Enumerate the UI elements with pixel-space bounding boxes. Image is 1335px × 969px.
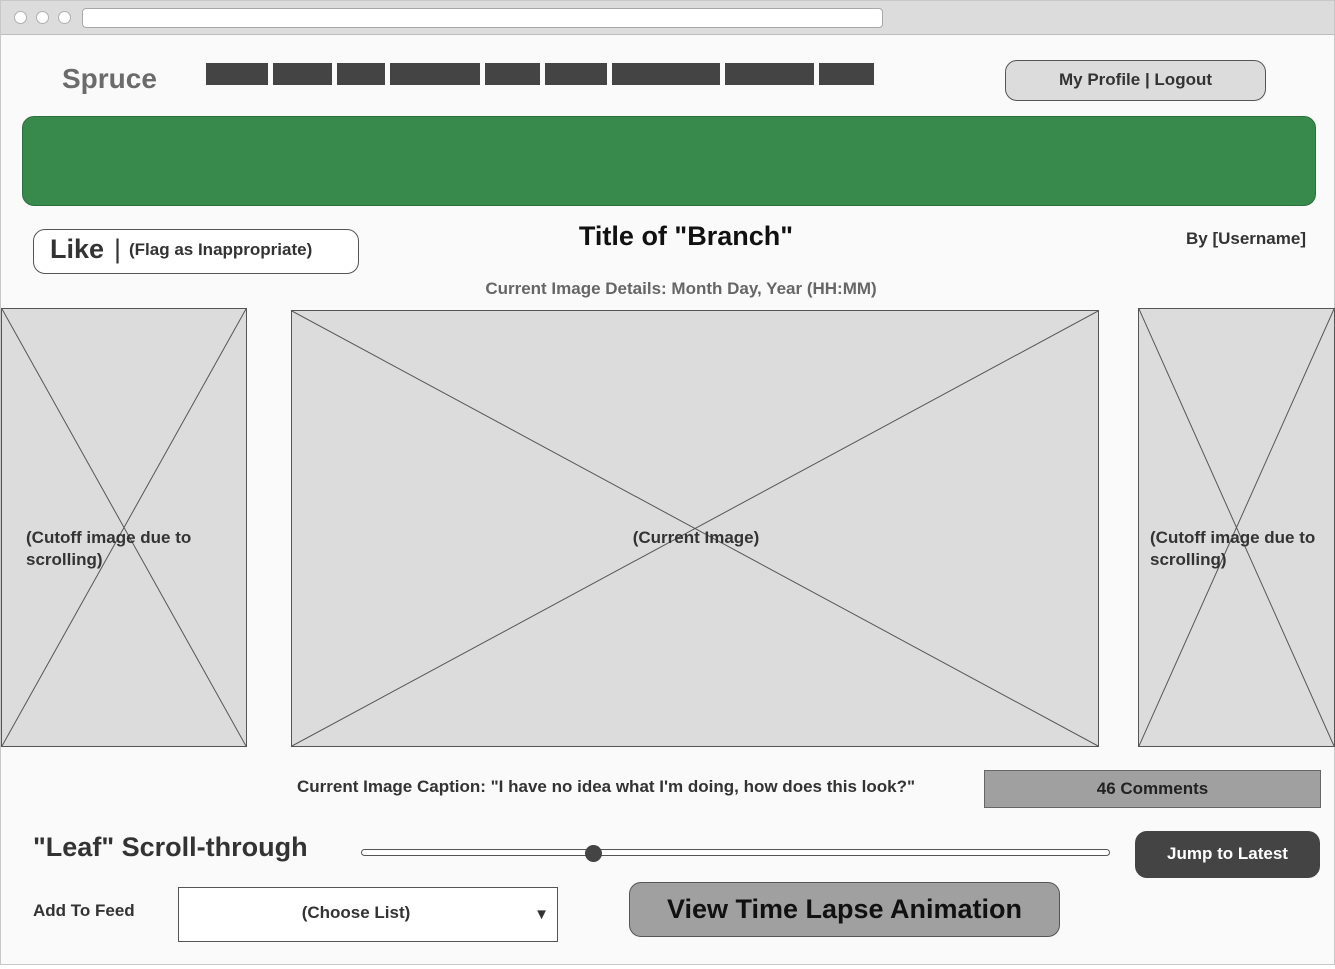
- choose-list-select[interactable]: (Choose List) ▼: [178, 887, 558, 942]
- profile-logout-button[interactable]: My Profile | Logout: [1005, 60, 1266, 101]
- nav-item-6[interactable]: [545, 63, 607, 85]
- address-bar[interactable]: [82, 8, 883, 28]
- site-logo[interactable]: Spruce: [62, 63, 157, 95]
- chevron-down-icon[interactable]: ▼: [534, 906, 549, 923]
- left-image-label: (Cutoff image due to scrolling): [26, 528, 192, 569]
- current-image[interactable]: (Current Image): [291, 310, 1099, 747]
- right-cutoff-image[interactable]: (Cutoff image due to scrolling): [1138, 308, 1335, 747]
- window-maximize-icon[interactable]: [58, 11, 71, 24]
- nav-item-4[interactable]: [390, 63, 480, 85]
- nav-item-2[interactable]: [273, 63, 332, 85]
- like-flag-box: Like | (Flag as Inappropriate): [33, 229, 359, 274]
- author-username[interactable]: By [Username]: [1186, 229, 1306, 249]
- nav-item-1[interactable]: [206, 63, 268, 85]
- comments-button[interactable]: 46 Comments: [984, 770, 1321, 808]
- image-caption: Current Image Caption: "I have no idea w…: [297, 777, 916, 796]
- view-timelapse-button[interactable]: View Time Lapse Animation: [629, 882, 1060, 937]
- leaf-scroll-title: "Leaf" Scroll-through: [33, 832, 308, 862]
- browser-chrome: [1, 1, 1334, 35]
- right-image-label: (Cutoff image due to scrolling): [1150, 528, 1316, 569]
- add-to-feed-label: Add To Feed: [33, 901, 135, 920]
- current-image-label: (Current Image): [632, 528, 760, 547]
- leaf-slider-thumb[interactable]: [584, 845, 602, 862]
- window-minimize-icon[interactable]: [36, 11, 49, 24]
- nav-item-3[interactable]: [337, 63, 385, 85]
- choose-list-value: (Choose List): [301, 903, 411, 922]
- image-details: Current Image Details: Month Day, Year (…: [485, 279, 877, 298]
- nav-item-7[interactable]: [612, 63, 720, 85]
- left-cutoff-image[interactable]: (Cutoff image due to scrolling): [1, 308, 247, 747]
- leaf-slider-track[interactable]: [361, 849, 1110, 856]
- like-separator: |: [114, 234, 122, 264]
- nav-item-5[interactable]: [485, 63, 540, 85]
- branch-title: Title of "Branch": [578, 221, 794, 251]
- browser-window: Spruce My Profile | Logout Like | (Flag …: [0, 0, 1335, 965]
- flag-inappropriate-button[interactable]: (Flag as Inappropriate): [129, 240, 312, 260]
- jump-to-latest-button[interactable]: Jump to Latest: [1135, 831, 1320, 878]
- like-button[interactable]: Like: [50, 234, 104, 265]
- nav-item-8[interactable]: [725, 63, 814, 85]
- nav-item-9[interactable]: [819, 63, 874, 85]
- window-close-icon[interactable]: [14, 11, 27, 24]
- green-banner: [22, 116, 1316, 206]
